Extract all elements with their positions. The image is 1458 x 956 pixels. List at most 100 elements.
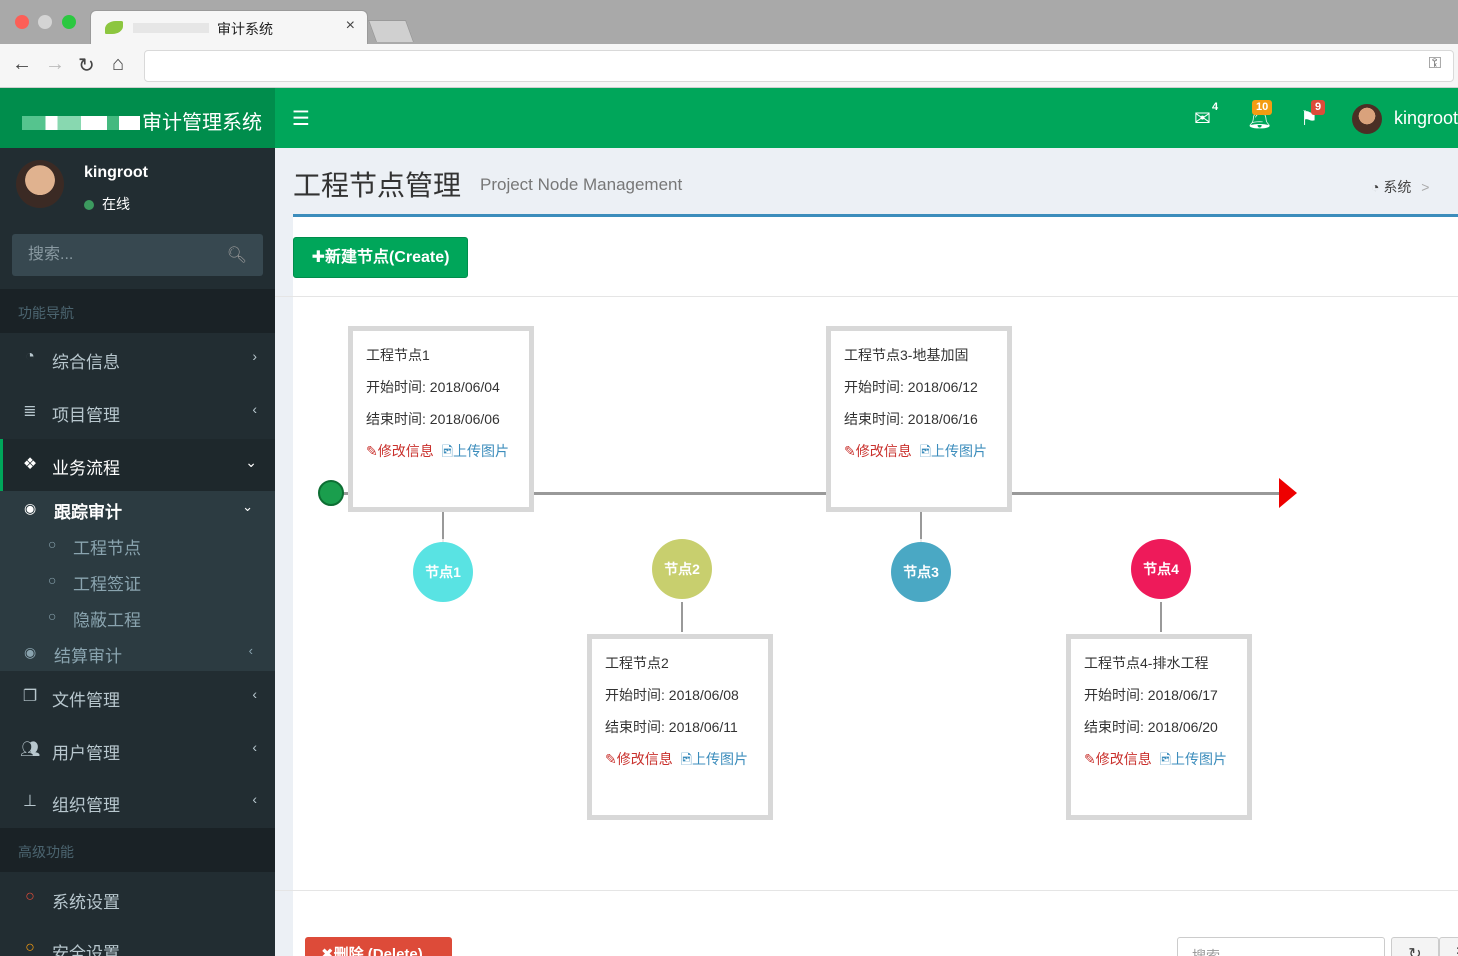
browser-tabbar: 审计系统 × [0, 0, 1458, 44]
timeline-node-2[interactable]: 节点2 [652, 539, 712, 599]
close-window-button[interactable] [15, 15, 29, 29]
address-bar[interactable]: ⚿ [144, 50, 1454, 82]
minimize-window-button[interactable] [38, 15, 52, 29]
node-start: 开始时间: 2018/06/04 [366, 379, 500, 395]
sidebar-search-input[interactable] [12, 234, 222, 276]
sidebar-item-system-settings[interactable]: ○ 系统设置 [0, 873, 275, 925]
sidebar-item-label: 文件管理 [52, 691, 120, 710]
breadcrumb-root[interactable]: 系统 [1383, 179, 1411, 195]
sidebar-item-security-settings[interactable]: ○ 安全设置 [0, 924, 275, 956]
breadcrumb-separator: > [1421, 179, 1430, 195]
home-icon[interactable]: ⌂ [112, 53, 124, 76]
user-status-text: 在线 [102, 196, 130, 212]
sidebar-item-dashboard[interactable]: ◔ 综合信息 › [0, 333, 275, 385]
upload-image-label: 上传图片 [931, 443, 987, 459]
section-header-nav: 功能导航 [0, 289, 275, 333]
sidebar-item-users[interactable]: 👥︎ 用户管理 ‹ [0, 724, 275, 776]
sidebar-item-label: 用户管理 [52, 744, 120, 763]
upload-image-link[interactable]: 🖻︎上传图片 [681, 751, 748, 767]
messages-badge: 4 [1212, 101, 1219, 113]
node-connector [920, 512, 922, 542]
new-tab-button[interactable] [367, 20, 415, 42]
node-start: 开始时间: 2018/06/08 [605, 687, 739, 703]
submenu-label: 隐蔽工程 [73, 611, 141, 630]
timeline-box: ✚新建节点(Create) 工程节点1 开始时间: 2018/06/04 结束时… [275, 214, 1458, 956]
node-start: 开始时间: 2018/06/17 [1084, 687, 1218, 703]
upload-image-link[interactable]: 🖻︎上传图片 [1160, 751, 1227, 767]
circle-dot-icon: ◉ [24, 644, 37, 660]
node-card-1: 工程节点1 开始时间: 2018/06/04 结束时间: 2018/06/06 … [348, 326, 534, 512]
chevron-right-icon: › [252, 348, 257, 364]
search-icon[interactable]: 🔍︎ [227, 245, 247, 265]
delete-button[interactable]: ✖删除 (Delete) [305, 937, 452, 956]
sidebar-search: 🔍︎ [12, 234, 263, 276]
upload-image-label: 上传图片 [1171, 751, 1227, 767]
sidebar-item-label: 组织管理 [52, 796, 120, 815]
submenu-settle-audit[interactable]: ◉ 结算审计 ‹ [0, 635, 275, 671]
page-subtitle: Project Node Management [480, 175, 683, 194]
browser-tab[interactable]: 审计系统 × [90, 10, 368, 44]
edit-info-link[interactable]: ✎修改信息 [605, 751, 673, 767]
divider [275, 890, 1458, 891]
node-connector [681, 602, 683, 632]
logo-image-redacted [22, 116, 140, 130]
sidebar-item-files[interactable]: ❐ 文件管理 ‹ [0, 671, 275, 723]
node-end: 结束时间: 2018/06/11 [605, 719, 738, 735]
submenu-track-audit[interactable]: ◉ 跟踪审计 ⌄ [0, 491, 275, 527]
tab-title: 审计系统 [217, 21, 273, 37]
table-search-input[interactable]: 搜索 [1177, 937, 1385, 956]
app-header: 审计管理系统 ☰ ✉ 4 🔔︎ 10 ⚑ 9 kingroot [0, 88, 1458, 148]
upload-image-link[interactable]: 🖻︎上传图片 [442, 443, 509, 459]
tasks-badge: 9 [1311, 100, 1326, 115]
node-card-3: 工程节点3-地基加固 开始时间: 2018/06/12 结束时间: 2018/0… [826, 326, 1012, 512]
create-node-button[interactable]: ✚新建节点(Create) [293, 237, 468, 278]
circle-icon: ○ [48, 572, 57, 588]
reload-icon[interactable]: ↻ [78, 53, 95, 78]
submenu-label: 工程节点 [73, 539, 141, 558]
key-icon[interactable]: ⚿ [1429, 55, 1441, 73]
sidebar-item-label: 项目管理 [52, 406, 120, 425]
node-end: 结束时间: 2018/06/20 [1084, 719, 1218, 735]
sidebar-item-label: 安全设置 [52, 944, 120, 956]
users-icon: 👥︎ [20, 741, 41, 758]
sidebar-item-label: 综合信息 [52, 353, 120, 372]
files-icon: ❐ [22, 688, 38, 705]
header-username[interactable]: kingroot [1394, 108, 1458, 129]
upload-image-link[interactable]: 🖻︎上传图片 [920, 443, 987, 459]
node-name: 工程节点3-地基加固 [844, 347, 969, 363]
sidebar-item-org[interactable]: ⊥ 组织管理 ‹ [0, 776, 275, 828]
cubes-icon: ❖ [22, 456, 38, 473]
columns-icon[interactable]: ☷ [1439, 937, 1458, 956]
maximize-window-button[interactable] [62, 15, 76, 29]
tab-close-icon[interactable]: × [346, 17, 355, 35]
submenu-item-nodes[interactable]: ○ 工程节点 [0, 527, 275, 563]
forward-arrow-icon[interactable]: → [45, 53, 65, 76]
chevron-left-icon: ‹ [252, 791, 257, 807]
edit-info-label: 修改信息 [855, 443, 912, 459]
back-arrow-icon[interactable]: ← [12, 53, 32, 76]
header-avatar[interactable] [1352, 104, 1382, 134]
edit-info-label: 修改信息 [616, 751, 673, 767]
submenu-label: 跟踪审计 [54, 503, 122, 522]
user-avatar [16, 160, 64, 208]
edit-info-link[interactable]: ✎修改信息 [1084, 751, 1152, 767]
edit-info-link[interactable]: ✎修改信息 [366, 443, 434, 459]
timeline-node-4[interactable]: 节点4 [1131, 539, 1191, 599]
edit-info-link[interactable]: ✎修改信息 [844, 443, 912, 459]
timeline-node-3[interactable]: 节点3 [891, 542, 951, 602]
node-start: 开始时间: 2018/06/12 [844, 379, 978, 395]
circle-icon: ○ [48, 536, 57, 552]
workflow-submenu: ◉ 跟踪审计 ⌄ ○ 工程节点 ○ 工程签证 ○ 隐蔽工程 ◉ 结算审计 ‹ [0, 491, 275, 671]
content-area: 工程节点管理 Project Node Management ◔ 系统 > ✚新… [275, 148, 1458, 956]
hamburger-icon[interactable]: ☰ [292, 106, 310, 131]
logo[interactable]: 审计管理系统 [0, 88, 275, 148]
refresh-icon[interactable]: ↻ [1391, 937, 1439, 956]
node-name: 工程节点2 [605, 655, 669, 671]
timeline-node-1[interactable]: 节点1 [413, 542, 473, 602]
submenu-item-visa[interactable]: ○ 工程签证 [0, 563, 275, 599]
sidebar-item-workflow[interactable]: ❖ 业务流程 ⌄ [0, 439, 275, 491]
browser-navbar: ← → ↻ ⌂ ⚿ [0, 44, 1458, 88]
submenu-item-hidden[interactable]: ○ 隐蔽工程 [0, 599, 275, 635]
sidebar-item-projects[interactable]: ≣ 项目管理 ‹ [0, 386, 275, 438]
submenu-label: 工程签证 [73, 575, 141, 594]
